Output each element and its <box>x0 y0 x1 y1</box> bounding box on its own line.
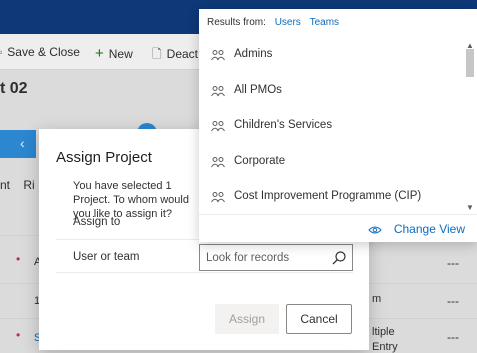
results-header: Results from: Users Teams <box>207 17 340 28</box>
results-footer: Change View <box>199 214 477 242</box>
result-item-cip[interactable]: Cost Improvement Programme (CIP) <box>199 181 463 211</box>
scrollbar-thumb[interactable] <box>466 49 474 77</box>
search-icon[interactable] <box>330 249 348 267</box>
scroll-down-icon[interactable]: ▼ <box>466 203 474 212</box>
team-icon <box>211 50 225 61</box>
result-item-all-pmos[interactable]: All PMOs <box>199 75 463 105</box>
team-icon <box>211 121 225 132</box>
team-icon <box>211 86 225 97</box>
eye-icon <box>368 226 382 234</box>
team-icon <box>211 157 225 168</box>
results-scrollbar[interactable]: ▲ ▼ <box>463 39 477 214</box>
divider <box>56 272 353 273</box>
dialog-title: Assign Project <box>56 149 152 166</box>
filter-users[interactable]: Users <box>275 17 301 28</box>
assign-to-label: Assign to <box>73 216 121 228</box>
lookup-results-dropdown: Results from: Users Teams Admins All PMO… <box>199 9 477 242</box>
cancel-button[interactable]: Cancel <box>286 304 352 334</box>
user-or-team-label: User or team <box>73 251 140 263</box>
results-list: Admins All PMOs Children's Services Corp… <box>199 39 463 214</box>
lookup-search-input[interactable] <box>206 250 326 266</box>
result-item-admins[interactable]: Admins <box>199 39 463 69</box>
change-view-link[interactable]: Change View <box>368 222 465 236</box>
team-icon <box>211 192 225 203</box>
dialog-message: You have selected 1 Project. To whom wou… <box>73 180 189 220</box>
result-item-corporate[interactable]: Corporate <box>199 146 463 176</box>
filter-teams[interactable]: Teams <box>310 17 339 28</box>
user-or-team-lookup[interactable] <box>199 244 353 271</box>
assign-button[interactable]: Assign <box>215 304 279 334</box>
result-item-childrens-services[interactable]: Children's Services <box>199 110 463 140</box>
